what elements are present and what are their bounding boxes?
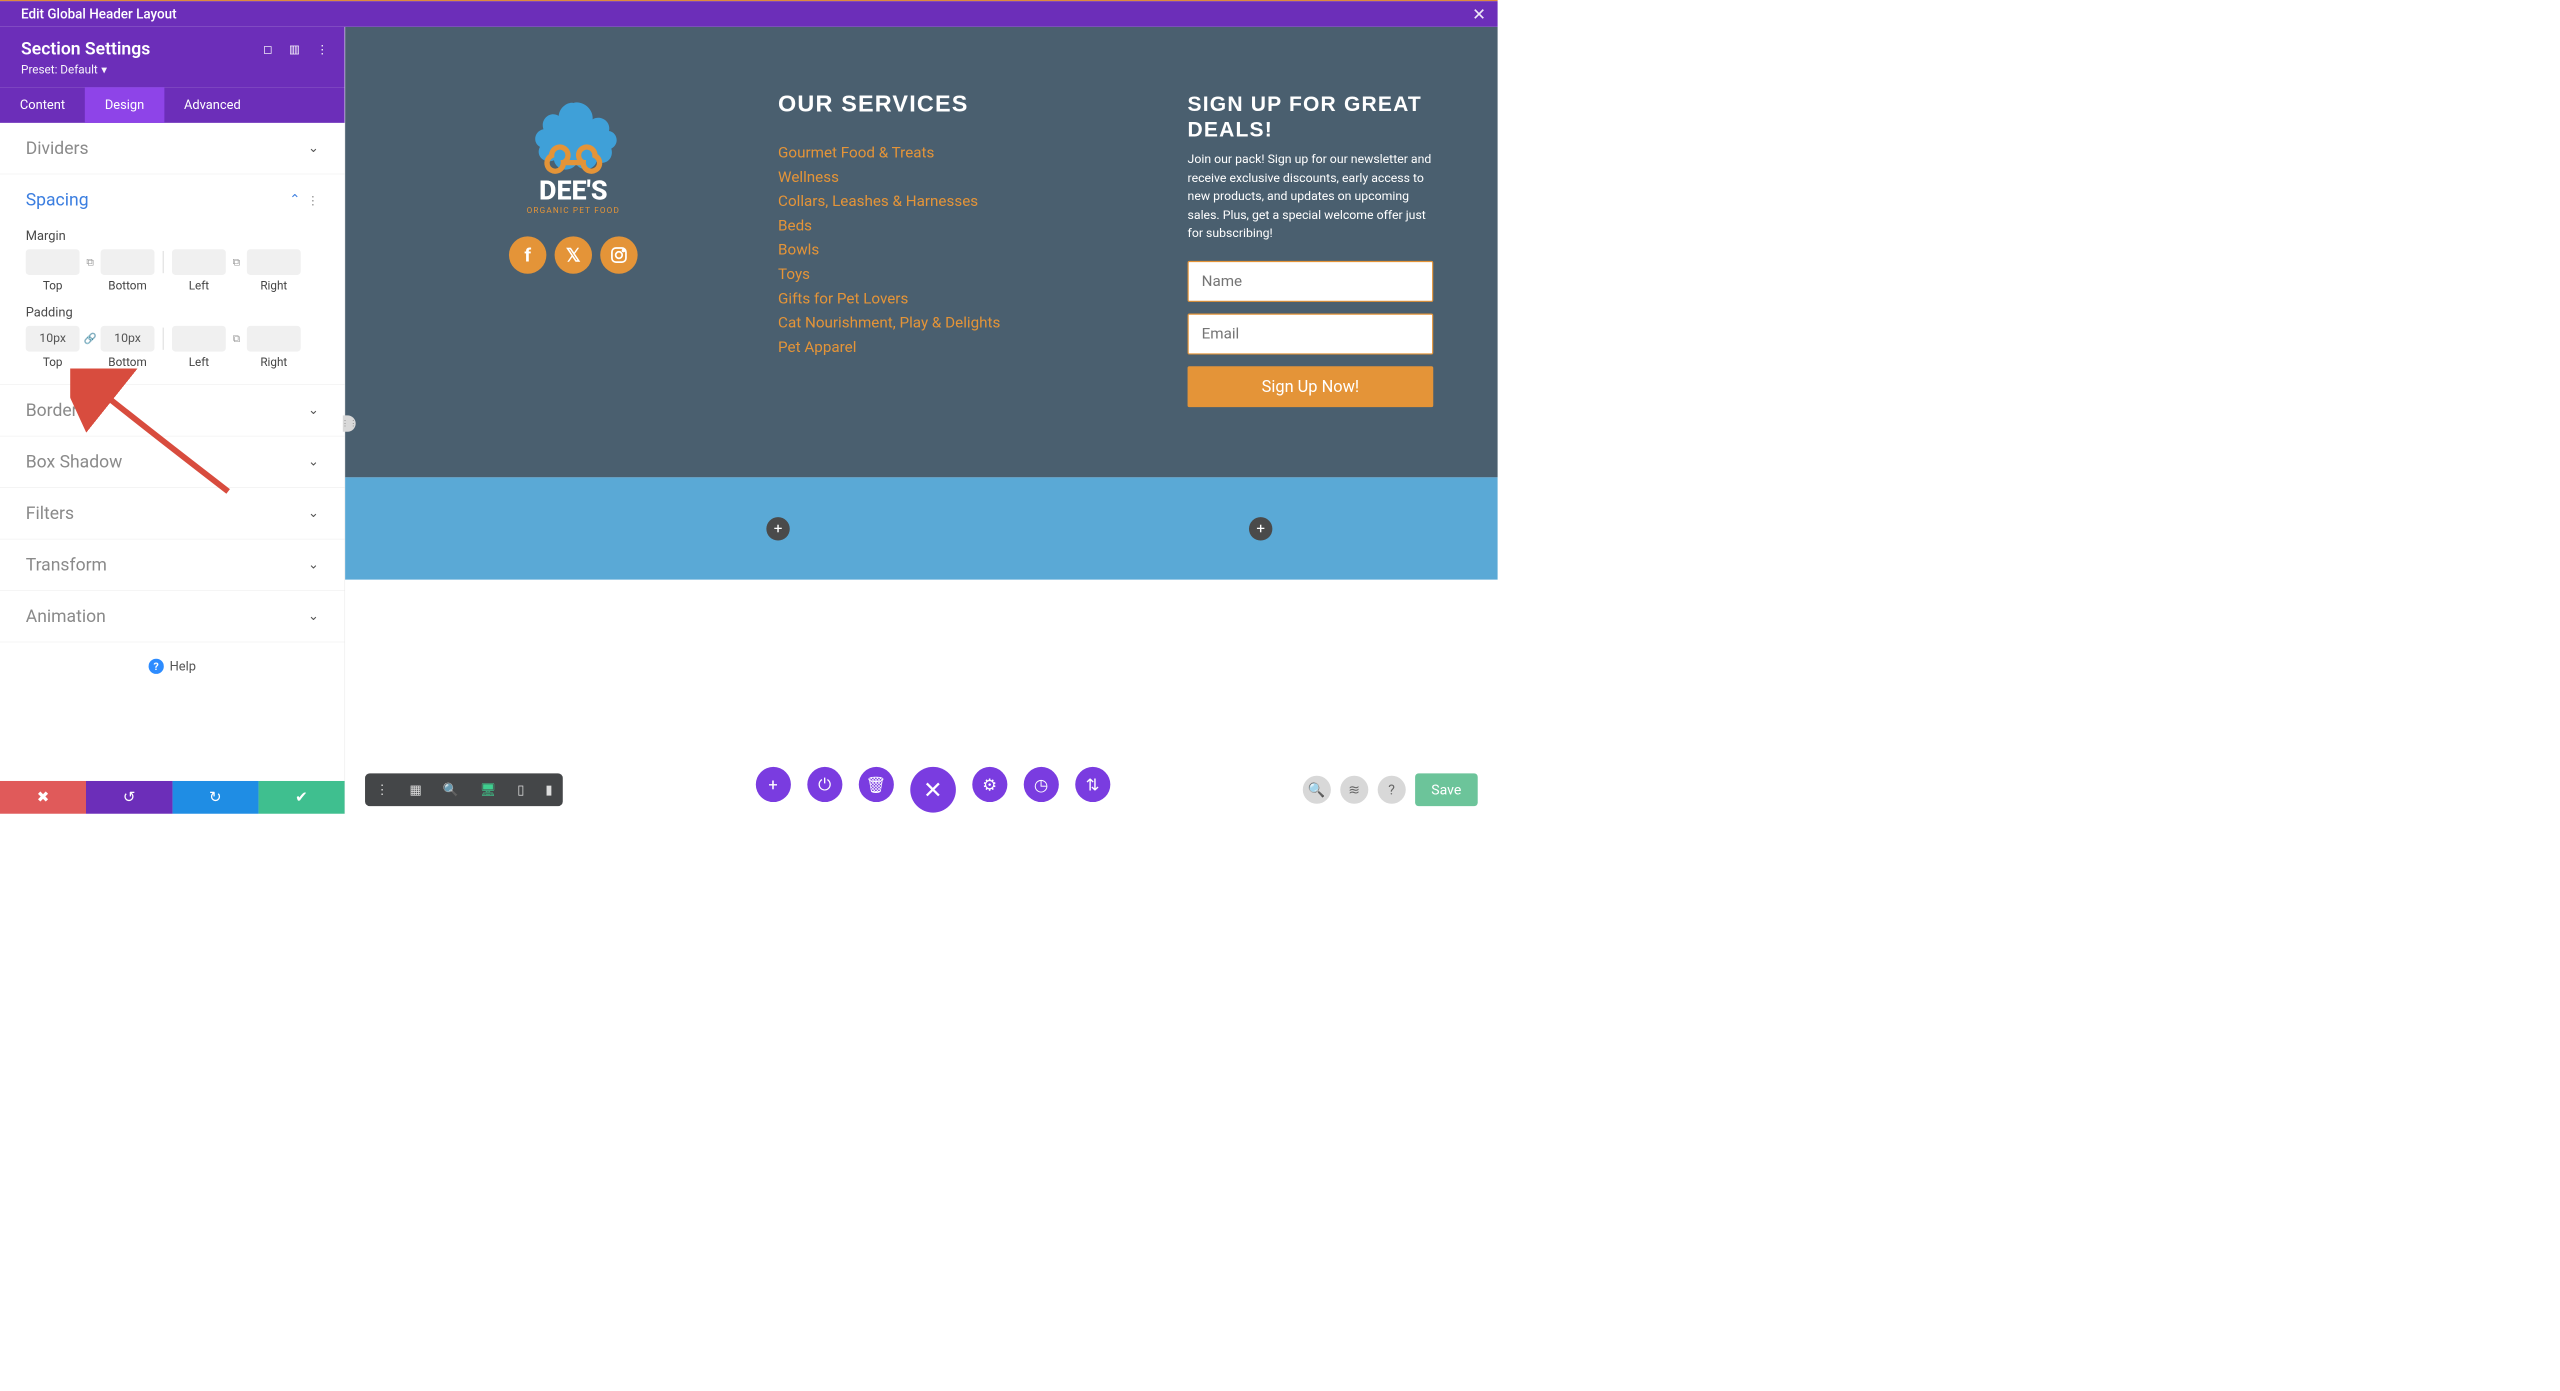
footer-services-column: OUR SERVICES Gourmet Food & Treats Welln… — [778, 91, 1106, 407]
service-link[interactable]: Gifts for Pet Lovers — [778, 287, 1106, 311]
columns-icon[interactable]: ▥ — [289, 42, 300, 56]
service-link[interactable]: Pet Apparel — [778, 336, 1106, 360]
signup-button[interactable]: Sign Up Now! — [1188, 366, 1434, 407]
padding-right-input[interactable] — [247, 326, 301, 352]
chevron-down-icon: ⌄ — [308, 558, 319, 573]
help-link[interactable]: ? Help — [0, 642, 345, 690]
layers-icon[interactable]: ≋ — [1340, 776, 1368, 804]
chevron-down-icon: ⌄ — [308, 403, 319, 418]
link-icon[interactable]: ⧉ — [226, 249, 247, 275]
service-link[interactable]: Cat Nourishment, Play & Delights — [778, 311, 1106, 335]
tab-content[interactable]: Content — [0, 87, 85, 123]
accordion-transform[interactable]: Transform ⌄ — [0, 539, 345, 590]
preview-canvas: DEE'S ORGANIC PET FOOD f 𝕏 OUR SERVICES … — [345, 27, 1497, 814]
link-icon[interactable]: 🔗 — [80, 326, 101, 352]
discard-button[interactable]: ✖ — [0, 781, 86, 814]
redo-button[interactable]: ↻ — [172, 781, 258, 814]
add-button[interactable]: + — [756, 767, 791, 802]
accordion-dividers[interactable]: Dividers ⌄ — [0, 123, 345, 174]
kebab-icon[interactable]: ⋮ — [307, 193, 319, 207]
margin-left-input[interactable] — [172, 249, 226, 275]
responsive-toolbar: ⋮ ▦ 🔍 🖥 ▯ ▮ — [365, 773, 563, 806]
settings-tabs: Content Design Advanced — [0, 87, 345, 123]
accordion-spacing[interactable]: Spacing ⌃ ⋮ — [0, 174, 345, 225]
services-heading: OUR SERVICES — [778, 91, 1106, 117]
chevron-down-icon: ⌄ — [308, 455, 319, 470]
topbar-title: Edit Global Header Layout — [21, 6, 1472, 22]
close-icon[interactable]: ✕ — [1472, 4, 1486, 23]
svg-text:DEE'S: DEE'S — [539, 174, 608, 206]
chevron-down-icon: ⌄ — [308, 506, 319, 521]
name-input[interactable] — [1188, 261, 1434, 302]
margin-top-input[interactable] — [26, 249, 80, 275]
delete-button[interactable]: 🗑 — [858, 767, 893, 802]
margin-label: Margin — [26, 229, 319, 244]
add-module-button[interactable]: + — [1249, 517, 1272, 540]
top-bar: Edit Global Header Layout ✕ — [0, 1, 1498, 27]
signup-body: Join our pack! Sign up for our newslette… — [1188, 151, 1434, 243]
padding-bottom-input[interactable]: 10px — [101, 326, 155, 352]
service-link[interactable]: Gourmet Food & Treats — [778, 141, 1106, 165]
tablet-view-icon[interactable]: ▯ — [517, 782, 524, 797]
kebab-icon[interactable]: ⋮ — [316, 42, 328, 56]
service-link[interactable]: Collars, Leashes & Harnesses — [778, 190, 1106, 214]
padding-label: Padding — [26, 305, 319, 320]
padding-top-input[interactable]: 10px — [26, 326, 80, 352]
focus-icon[interactable]: ◻ — [263, 42, 273, 56]
add-module-button[interactable]: + — [766, 517, 789, 540]
panel-header: Section Settings Preset: Default ▾ ◻ ▥ ⋮ — [0, 27, 345, 87]
tab-advanced[interactable]: Advanced — [164, 87, 261, 123]
margin-bottom-input[interactable] — [101, 249, 155, 275]
service-link[interactable]: Bowls — [778, 238, 1106, 262]
power-button[interactable]: ⏻ — [807, 767, 842, 802]
accordion-border[interactable]: Border ⌄ — [0, 385, 345, 436]
link-icon[interactable]: ⧉ — [80, 249, 101, 275]
chevron-down-icon: ⌄ — [308, 141, 319, 156]
margin-right-input[interactable] — [247, 249, 301, 275]
svg-text:ORGANIC PET FOOD: ORGANIC PET FOOD — [527, 205, 620, 215]
brand-logo: DEE'S ORGANIC PET FOOD — [506, 91, 641, 226]
save-button[interactable]: Save — [1415, 773, 1478, 806]
email-input[interactable] — [1188, 313, 1434, 354]
chevron-down-icon: ▾ — [101, 63, 107, 77]
preview-footer-section[interactable]: DEE'S ORGANIC PET FOOD f 𝕏 OUR SERVICES … — [345, 27, 1497, 477]
signup-heading: SIGN UP FOR GREAT DEALS! — [1188, 91, 1434, 142]
x-twitter-icon[interactable]: 𝕏 — [555, 236, 592, 273]
footer-signup-column: SIGN UP FOR GREAT DEALS! Join our pack! … — [1188, 91, 1434, 407]
footer-logo-column: DEE'S ORGANIC PET FOOD f 𝕏 — [450, 91, 696, 407]
history-button[interactable]: ◷ — [1023, 767, 1058, 802]
kebab-icon[interactable]: ⋮ — [376, 782, 389, 797]
accordion-filters[interactable]: Filters ⌄ — [0, 488, 345, 539]
wireframe-icon[interactable]: ▦ — [410, 782, 422, 797]
preview-blue-section[interactable]: + + — [345, 477, 1497, 579]
desktop-view-icon[interactable]: 🖥 — [480, 782, 496, 797]
help-icon: ? — [149, 659, 164, 674]
service-link[interactable]: Toys — [778, 263, 1106, 287]
accordion-animation[interactable]: Animation ⌄ — [0, 591, 345, 642]
help-icon[interactable]: ? — [1377, 776, 1405, 804]
phone-view-icon[interactable]: ▮ — [545, 782, 552, 797]
search-icon[interactable]: 🔍 — [1303, 776, 1331, 804]
padding-left-input[interactable] — [172, 326, 226, 352]
accordion-box-shadow[interactable]: Box Shadow ⌄ — [0, 436, 345, 487]
chevron-up-icon: ⌃ — [289, 192, 300, 207]
confirm-button[interactable]: ✔ — [258, 781, 344, 814]
preset-selector[interactable]: Preset: Default ▾ — [21, 63, 323, 77]
chevron-down-icon: ⌄ — [308, 609, 319, 624]
panel-footer: ✖ ↺ ↻ ✔ — [0, 781, 345, 814]
service-link[interactable]: Beds — [778, 214, 1106, 238]
instagram-icon[interactable] — [600, 236, 637, 273]
link-icon[interactable]: ⧉ — [226, 326, 247, 352]
settings-button[interactable]: ⚙ — [972, 767, 1007, 802]
sort-button[interactable]: ⇅ — [1075, 767, 1110, 802]
zoom-icon[interactable]: 🔍 — [443, 782, 459, 797]
undo-button[interactable]: ↺ — [86, 781, 172, 814]
tab-design[interactable]: Design — [85, 87, 164, 123]
settings-panel: Section Settings Preset: Default ▾ ◻ ▥ ⋮… — [0, 27, 345, 814]
close-editor-button[interactable]: ✕ — [910, 767, 956, 813]
editor-bottom-bar: ⋮ ▦ 🔍 🖥 ▯ ▮ + ⏻ 🗑 ✕ ⚙ ◷ ⇅ 🔍 — [345, 766, 1497, 814]
service-link[interactable]: Wellness — [778, 165, 1106, 189]
facebook-icon[interactable]: f — [509, 236, 546, 273]
